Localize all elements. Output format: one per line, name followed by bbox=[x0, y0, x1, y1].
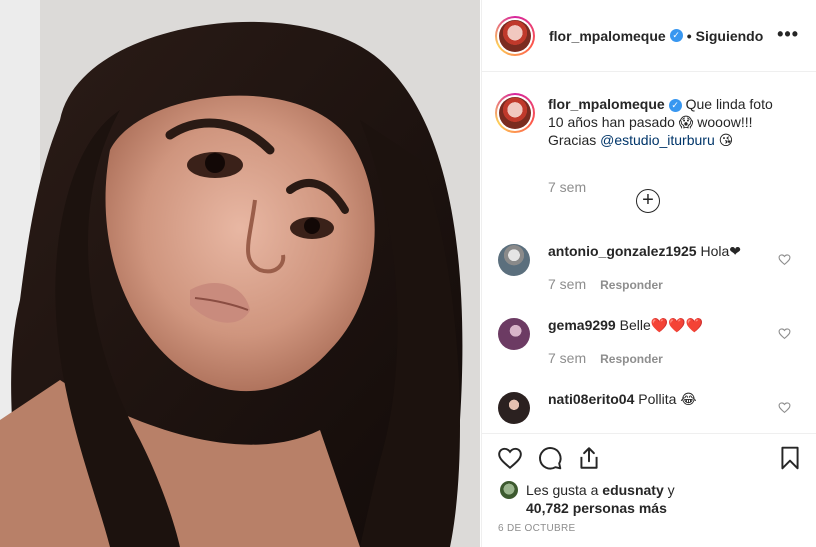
author-username[interactable]: flor_mpalomeque bbox=[549, 28, 666, 44]
liker-avatar[interactable] bbox=[500, 481, 518, 499]
verified-badge-icon: ✓ bbox=[668, 99, 682, 112]
reply-button[interactable]: Responder bbox=[600, 278, 663, 292]
share-icon[interactable] bbox=[576, 445, 602, 471]
comment-text: nati08erito04 Pollita 😂 bbox=[548, 390, 778, 408]
post-side-panel: flor_mpalomeque ✓ • Siguiendo ••• flor_m… bbox=[481, 0, 816, 547]
kiss-emoji: 😘 bbox=[714, 132, 734, 148]
comment-text: gema9299 Belle❤️❤️❤️ bbox=[548, 316, 778, 334]
more-options-icon[interactable]: ••• bbox=[777, 24, 799, 45]
post-header: flor_mpalomeque ✓ • Siguiendo ••• bbox=[482, 0, 816, 72]
scream-emoji: 😱 bbox=[678, 114, 694, 130]
following-button[interactable]: Siguiendo bbox=[696, 28, 764, 44]
liker-username[interactable]: edusnaty bbox=[602, 482, 663, 498]
comments-list[interactable]: flor_mpalomeque ✓ Que linda foto 10 años … bbox=[482, 73, 816, 433]
caption-timestamp[interactable]: 7 sem bbox=[548, 179, 586, 195]
caption-avatar[interactable] bbox=[495, 93, 535, 133]
post-photo[interactable] bbox=[0, 0, 480, 547]
comment-bubble-icon[interactable] bbox=[537, 445, 563, 471]
comment-text: antonio_gonzalez1925 Hola❤ bbox=[548, 242, 778, 260]
commenter-username[interactable]: nati08erito04 bbox=[548, 391, 634, 407]
comment-body: Pollita 😂 bbox=[634, 391, 697, 407]
header-separator: • bbox=[686, 27, 692, 44]
comment-body: Belle❤️❤️❤️ bbox=[615, 317, 704, 333]
like-heart-icon[interactable] bbox=[497, 445, 523, 471]
comment-timestamp[interactable]: 7 sem bbox=[548, 350, 586, 366]
comment-body: Hola❤ bbox=[696, 243, 742, 259]
comment-item: nati08erito04 Pollita 😂 bbox=[495, 388, 805, 433]
comment-timestamp[interactable]: 7 sem bbox=[548, 276, 586, 292]
commenter-avatar[interactable] bbox=[498, 318, 530, 350]
comment-item: antonio_gonzalez1925 Hola❤ 7 sem Responde… bbox=[495, 240, 805, 310]
save-bookmark-icon[interactable] bbox=[777, 445, 803, 471]
author-avatar[interactable] bbox=[495, 15, 535, 56]
likes-text: Les gusta a edusnaty y 40,782 personas m… bbox=[526, 481, 796, 517]
comment-meta: 7 sem Responder bbox=[548, 276, 663, 292]
like-comment-heart-icon[interactable] bbox=[778, 327, 791, 340]
reply-button[interactable]: Responder bbox=[600, 352, 663, 366]
likes-prefix: Les gusta a bbox=[526, 482, 603, 498]
instagram-post: flor_mpalomeque ✓ • Siguiendo ••• flor_m… bbox=[0, 0, 816, 547]
post-date[interactable]: 6 DE OCTUBRE bbox=[498, 523, 576, 534]
commenter-username[interactable]: gema9299 bbox=[548, 317, 616, 333]
mention-link[interactable]: @estudio_iturburu bbox=[600, 132, 715, 148]
comment-meta: 7 sem Responder bbox=[548, 350, 663, 366]
comment-item: gema9299 Belle❤️❤️❤️ 7 sem Responder bbox=[495, 314, 805, 384]
likes-count[interactable]: 40,782 personas más bbox=[526, 500, 667, 516]
load-more-comments-icon[interactable]: + bbox=[636, 189, 660, 213]
likes-conjunction: y bbox=[663, 482, 675, 498]
commenter-avatar[interactable] bbox=[498, 392, 530, 424]
caption-text: flor_mpalomeque ✓ Que linda foto 10 años … bbox=[548, 95, 788, 149]
commenter-username[interactable]: antonio_gonzalez1925 bbox=[548, 243, 697, 259]
post-actions: Les gusta a edusnaty y 40,782 personas m… bbox=[482, 433, 816, 547]
like-comment-heart-icon[interactable] bbox=[778, 253, 791, 266]
caption-username[interactable]: flor_mpalomeque bbox=[548, 96, 665, 112]
like-comment-heart-icon[interactable] bbox=[778, 401, 791, 414]
verified-badge-icon: ✓ bbox=[669, 29, 683, 42]
portrait-image bbox=[0, 0, 480, 547]
commenter-avatar[interactable] bbox=[498, 244, 530, 276]
